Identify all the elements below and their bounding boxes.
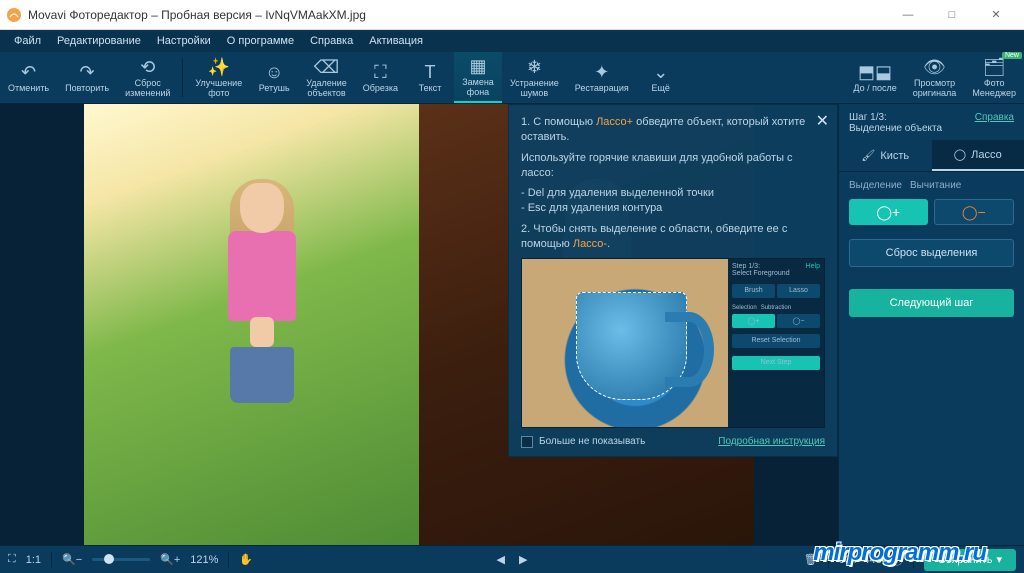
view-original-button[interactable]: 👁 Просмотр оригинала (905, 52, 965, 103)
prev-image-button[interactable]: ◀ (497, 553, 505, 566)
mode-select-label: Выделение (849, 180, 902, 191)
eye-icon: 👁 (923, 57, 946, 79)
popup-text-2b: - Esc для удаления контура (521, 201, 825, 216)
zoom-out-button[interactable]: 🔍− (62, 553, 82, 566)
popup-text-2a: - Del для удаления выделенной точки (521, 186, 825, 201)
crop-icon: ⛶ (374, 62, 387, 84)
undo-button[interactable]: ↶ Отменить (0, 52, 57, 103)
denoise-icon: ❄ (527, 57, 542, 79)
instruction-popup: ✕ 1. С помощью Лассо+ обведите объект, к… (508, 104, 838, 457)
retouch-icon: ☺ (265, 62, 283, 84)
window-title: Movavi Фоторедактор – Пробная версия – I… (28, 8, 886, 22)
crop-button[interactable]: ⛶ Обрезка (355, 52, 406, 103)
menu-file[interactable]: Файл (6, 35, 49, 47)
restore-icon: ✦ (594, 62, 609, 84)
text-tool-button[interactable]: T Текст (406, 52, 454, 103)
fit-button[interactable]: 1:1 (26, 554, 41, 566)
lasso-minus-button[interactable]: ◯− (934, 199, 1015, 225)
popup-text-2: Используйте горячие клавиши для удобной … (521, 151, 825, 181)
enhance-button[interactable]: ✨ Улучшение фото (187, 52, 250, 103)
remove-objects-button[interactable]: ⌫ Удаление объектов (298, 52, 355, 103)
more-tools-button[interactable]: ⌄ Ещё (637, 52, 685, 103)
bottom-bar: ⛶ 1:1 🔍− 🔍+ 121% ✋ ◀ ▶ 🗑 604×443 ⓘ Сохра… (0, 545, 1024, 573)
reset-icon: ⟲ (140, 57, 155, 79)
popup-close-button[interactable]: ✕ (816, 111, 829, 131)
image-dimensions: 604×443 (839, 554, 882, 566)
chevron-down-icon: ⌄ (653, 62, 668, 84)
menu-bar: Файл Редактирование Настройки О программ… (0, 30, 1024, 52)
lasso-plus-button[interactable]: ◯+ (849, 199, 928, 225)
minimize-button[interactable]: ― (886, 0, 930, 30)
zoom-slider[interactable] (92, 558, 150, 561)
reset-selection-button[interactable]: Сброс выделения (849, 239, 1014, 267)
next-step-button[interactable]: Следующий шаг (849, 289, 1014, 317)
menu-help[interactable]: Справка (302, 35, 361, 47)
help-link[interactable]: Справка (975, 112, 1014, 123)
delete-button[interactable]: 🗑 (804, 553, 818, 566)
eraser-icon: ⌫ (314, 57, 339, 79)
lasso-icon: ◯ (954, 148, 966, 161)
enhance-icon: ✨ (208, 57, 230, 79)
compare-icon: ⬒⬓ (858, 62, 892, 84)
folder-icon: 🗂 (983, 57, 1006, 79)
menu-about[interactable]: О программе (219, 35, 302, 47)
app-logo-icon (6, 7, 22, 23)
popup-text-3: 2. Чтобы снять выделение с области, обве… (521, 222, 825, 252)
right-sidebar: Шаг 1/3: Выделение объекта Справка 🖌 Кис… (838, 104, 1024, 545)
maximize-button[interactable]: □ (930, 0, 974, 30)
tab-lasso[interactable]: ◯ Лассо (932, 140, 1024, 171)
menu-activation[interactable]: Активация (361, 35, 431, 47)
redo-button[interactable]: ↷ Повторить (57, 52, 117, 103)
step-number: Шаг 1/3: (849, 112, 942, 123)
popup-demo-image: Step 1/3:Help Select Foreground Brush La… (521, 258, 825, 428)
photo-manager-button[interactable]: New 🗂 Фото Менеджер (964, 52, 1024, 103)
background-icon: ▦ (469, 56, 486, 78)
chevron-down-icon: ▾ (996, 553, 1002, 566)
dont-show-checkbox[interactable]: Больше не показывать (521, 436, 645, 448)
detail-instruction-link[interactable]: Подробная инструкция (718, 436, 825, 447)
text-icon: T (425, 62, 436, 84)
zoom-in-button[interactable]: 🔍+ (160, 553, 180, 566)
undo-icon: ↶ (21, 62, 36, 84)
checkbox-icon (521, 436, 533, 448)
brush-icon: 🖌 (861, 149, 875, 162)
next-image-button[interactable]: ▶ (519, 553, 527, 566)
restore-button[interactable]: ✦ Реставрация (567, 52, 637, 103)
before-after-button[interactable]: ⬒⬓ До / после (845, 52, 904, 103)
denoise-button[interactable]: ❄ Устранение шумов (502, 52, 567, 103)
close-button[interactable]: ✕ (974, 0, 1018, 30)
info-button[interactable]: ⓘ (892, 552, 903, 568)
mode-subtract-label: Вычитание (910, 180, 961, 191)
save-button[interactable]: Сохранить▾ (924, 549, 1016, 571)
new-badge: New (1002, 52, 1022, 59)
step-title: Выделение объекта (849, 123, 942, 134)
pan-tool-button[interactable]: ✋ (239, 553, 253, 566)
menu-edit[interactable]: Редактирование (49, 35, 149, 47)
image-before (84, 104, 419, 545)
zoom-value: 121% (190, 554, 218, 566)
redo-icon: ↷ (80, 62, 95, 84)
toolbar: ↶ Отменить ↷ Повторить ⟲ Сброс изменений… (0, 52, 1024, 104)
menu-settings[interactable]: Настройки (149, 35, 219, 47)
fullscreen-button[interactable]: ⛶ (8, 553, 16, 566)
popup-text-1: 1. С помощью Лассо+ обведите объект, кот… (521, 115, 825, 145)
tab-brush[interactable]: 🖌 Кисть (839, 140, 932, 171)
change-background-button[interactable]: ▦ Замена фона (454, 52, 502, 103)
retouch-button[interactable]: ☺ Ретушь (250, 52, 298, 103)
reset-changes-button[interactable]: ⟲ Сброс изменений (117, 52, 178, 103)
